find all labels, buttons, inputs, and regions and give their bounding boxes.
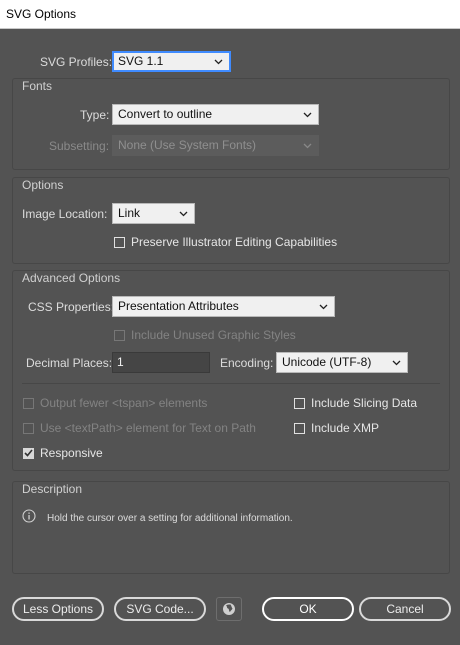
decimal-places-value: 1 <box>117 355 124 369</box>
responsive-checkbox[interactable]: Responsive <box>23 446 103 460</box>
fonts-group-title: Fonts <box>22 79 53 93</box>
responsive-label: Responsive <box>40 446 103 460</box>
encoding-dropdown[interactable]: Unicode (UTF-8) <box>276 352 408 373</box>
output-fewer-tspan-checkbox: Output fewer <tspan> elements <box>23 396 207 410</box>
output-fewer-tspan-label: Output fewer <tspan> elements <box>40 396 208 410</box>
description-text: Hold the cursor over a setting for addit… <box>47 513 293 524</box>
info-icon <box>22 509 36 523</box>
use-textpath-label: Use <textPath> element for Text on Path <box>40 421 256 435</box>
advanced-options-group-title: Advanced Options <box>22 271 121 285</box>
use-textpath-checkbox: Use <textPath> element for Text on Path <box>23 421 256 435</box>
font-type-dropdown[interactable]: Convert to outline <box>112 104 319 125</box>
svg-profiles-value: SVG 1.1 <box>118 54 164 68</box>
preserve-editing-checkbox[interactable]: Preserve Illustrator Editing Capabilitie… <box>114 235 337 249</box>
image-location-label: Image Location: <box>22 207 108 221</box>
responsive-box[interactable] <box>23 447 34 459</box>
encoding-value: Unicode (UTF-8) <box>282 355 372 369</box>
less-options-button[interactable]: Less Options <box>12 597 104 621</box>
image-location-value: Link <box>118 206 141 220</box>
decimal-places-input[interactable]: 1 <box>112 352 210 373</box>
font-type-value: Convert to outline <box>118 107 213 121</box>
include-unused-styles-label: Include Unused Graphic Styles <box>131 328 296 342</box>
chevron-down-icon <box>178 204 188 223</box>
subsetting-value: None (Use System Fonts) <box>118 138 257 152</box>
output-fewer-tspan-box <box>23 397 34 409</box>
chevron-down-icon <box>302 136 312 155</box>
svg-profiles-label: SVG Profiles: <box>40 55 113 69</box>
image-location-dropdown[interactable]: Link <box>112 203 195 224</box>
preserve-editing-box[interactable] <box>114 236 125 248</box>
css-properties-label: CSS Properties: <box>28 300 115 314</box>
options-group-title: Options <box>22 178 64 192</box>
include-xmp-checkbox[interactable]: Include XMP <box>294 421 379 435</box>
globe-icon <box>223 603 235 615</box>
advanced-divider <box>22 383 440 384</box>
chevron-down-icon <box>318 297 328 316</box>
css-properties-dropdown[interactable]: Presentation Attributes <box>112 296 335 317</box>
window-title: SVG Options <box>6 7 77 21</box>
include-xmp-box[interactable] <box>294 422 305 434</box>
window-title-bar: SVG Options <box>0 0 460 29</box>
font-type-label: Type: <box>80 108 110 122</box>
decimal-places-label: Decimal Places: <box>26 356 113 370</box>
preserve-editing-label: Preserve Illustrator Editing Capabilitie… <box>131 235 338 249</box>
include-unused-styles-box <box>114 329 125 341</box>
chevron-down-icon <box>302 105 312 124</box>
chevron-down-icon <box>213 53 223 70</box>
preview-in-browser-button[interactable] <box>216 597 242 621</box>
use-textpath-box <box>23 422 34 434</box>
svg-code-button[interactable]: SVG Code... <box>114 597 206 621</box>
cancel-button[interactable]: Cancel <box>359 597 451 621</box>
include-slicing-data-checkbox[interactable]: Include Slicing Data <box>294 396 417 410</box>
subsetting-label: Subsetting: <box>49 139 110 153</box>
chevron-down-icon <box>391 353 401 372</box>
include-slicing-data-label: Include Slicing Data <box>311 396 418 410</box>
ok-button[interactable]: OK <box>262 597 354 621</box>
encoding-label: Encoding: <box>220 356 274 370</box>
include-slicing-data-box[interactable] <box>294 397 305 409</box>
svg-profiles-dropdown[interactable]: SVG 1.1 <box>112 51 231 72</box>
css-properties-value: Presentation Attributes <box>118 299 239 313</box>
include-unused-styles-checkbox: Include Unused Graphic Styles <box>114 328 296 342</box>
description-group-title: Description <box>22 482 83 496</box>
subsetting-dropdown: None (Use System Fonts) <box>112 135 319 156</box>
include-xmp-label: Include XMP <box>311 421 380 435</box>
checkmark-icon <box>24 449 33 457</box>
